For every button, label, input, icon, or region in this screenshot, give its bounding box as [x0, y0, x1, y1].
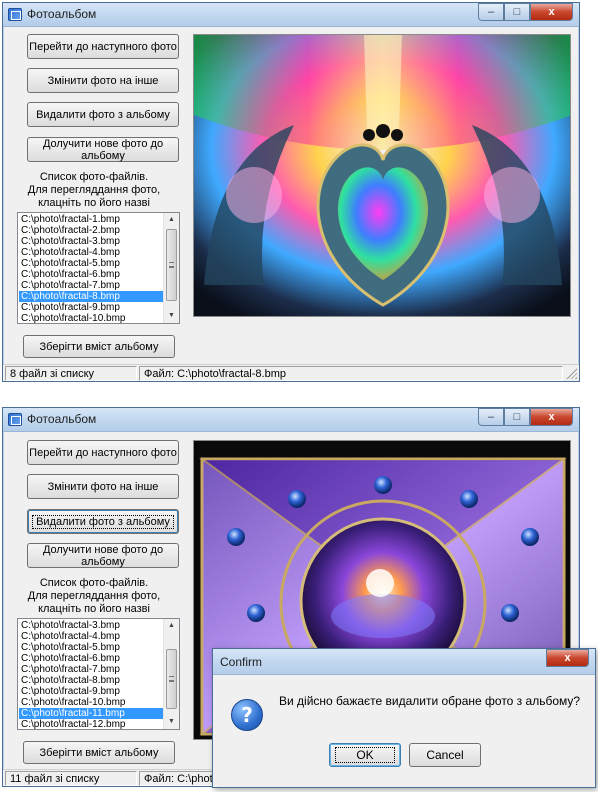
- app-icon[interactable]: [8, 413, 22, 426]
- status-bar: 8 файл зі списку Файл: C:\photo\fractal-…: [3, 364, 579, 381]
- window-title: Фотоальбом: [27, 7, 97, 21]
- list-item[interactable]: C:\photo\fractal-3.bmp: [19, 620, 163, 631]
- list-item[interactable]: C:\photo\fractal-12.bmp: [19, 719, 163, 729]
- list-item[interactable]: C:\photo\fractal-1.bmp: [19, 214, 163, 225]
- title-bar[interactable]: Фотоальбом – □ x: [3, 408, 579, 432]
- scroll-up-icon[interactable]: ▲: [164, 213, 179, 227]
- close-button[interactable]: x: [530, 3, 573, 21]
- next-photo-button[interactable]: Перейти до наступного фото: [27, 440, 179, 465]
- scroll-down-icon[interactable]: ▼: [164, 715, 179, 729]
- window-title: Фотоальбом: [27, 412, 97, 426]
- list-item[interactable]: C:\photo\fractal-8.bmp: [19, 291, 163, 302]
- resize-grip[interactable]: [566, 368, 577, 379]
- list-scrollbar[interactable]: ▲ ▼: [163, 619, 179, 729]
- add-photo-button[interactable]: Долучити нове фото до альбому: [27, 137, 179, 162]
- title-bar[interactable]: Фотоальбом – □ x: [3, 3, 579, 27]
- list-item[interactable]: C:\photo\fractal-9.bmp: [19, 302, 163, 313]
- close-button[interactable]: x: [530, 408, 573, 426]
- question-icon: ?: [231, 699, 263, 731]
- minimize-button[interactable]: –: [478, 3, 504, 21]
- list-item[interactable]: C:\photo\fractal-4.bmp: [19, 631, 163, 642]
- save-album-button[interactable]: Зберігти вміст альбому: [23, 741, 175, 764]
- save-album-button[interactable]: Зберігти вміст альбому: [23, 335, 175, 358]
- file-list-caption: Список фото-файлів. Для перегляддання фо…: [27, 577, 161, 615]
- cancel-button[interactable]: Cancel: [409, 743, 481, 767]
- list-items: C:\photo\fractal-3.bmp C:\photo\fractal-4…: [19, 620, 163, 729]
- photo-file-list[interactable]: C:\photo\fractal-1.bmp C:\photo\fractal-2…: [17, 212, 180, 324]
- list-item[interactable]: C:\photo\fractal-5.bmp: [19, 642, 163, 653]
- dialog-close-button[interactable]: x: [546, 649, 589, 667]
- next-photo-button[interactable]: Перейти до наступного фото: [27, 34, 179, 59]
- list-items: C:\photo\fractal-1.bmp C:\photo\fractal-2…: [19, 214, 163, 323]
- list-item[interactable]: C:\photo\fractal-8.bmp: [19, 675, 163, 686]
- list-item[interactable]: C:\photo\fractal-2.bmp: [19, 225, 163, 236]
- app-icon[interactable]: [8, 8, 22, 21]
- dialog-message: Ви дійсно бажаєте видалити обране фото з…: [279, 694, 581, 708]
- delete-photo-button[interactable]: Видалити фото з альбому: [27, 509, 179, 534]
- add-photo-button[interactable]: Долучити нове фото до альбому: [27, 543, 179, 568]
- maximize-button[interactable]: □: [504, 3, 530, 21]
- list-item[interactable]: C:\photo\fractal-9.bmp: [19, 686, 163, 697]
- photo-file-list[interactable]: C:\photo\fractal-3.bmp C:\photo\fractal-4…: [17, 618, 180, 730]
- ok-label: OK: [335, 747, 395, 763]
- dialog-title: Confirm: [220, 655, 263, 669]
- scroll-down-icon[interactable]: ▼: [164, 309, 179, 323]
- scroll-thumb[interactable]: [166, 649, 177, 709]
- delete-photo-button[interactable]: Видалити фото з альбому: [27, 102, 179, 127]
- scroll-thumb[interactable]: [166, 229, 177, 301]
- status-file-index: 8 файл зі списку: [5, 366, 137, 381]
- list-item[interactable]: C:\photo\fractal-3.bmp: [19, 236, 163, 247]
- list-item[interactable]: C:\photo\fractal-4.bmp: [19, 247, 163, 258]
- ok-button[interactable]: OK: [329, 743, 401, 767]
- confirm-dialog: Confirm x ? Ви дійсно бажаєте видалити о…: [212, 648, 596, 788]
- list-scrollbar[interactable]: ▲ ▼: [163, 213, 179, 323]
- list-item[interactable]: C:\photo\fractal-10.bmp: [19, 697, 163, 708]
- grip-icon: [169, 262, 174, 268]
- status-file-index: 11 файл зі списку: [5, 771, 137, 786]
- window-controls: – □ x: [478, 408, 573, 427]
- dialog-title-bar[interactable]: Confirm x: [213, 649, 595, 675]
- list-item[interactable]: C:\photo\fractal-6.bmp: [19, 653, 163, 664]
- change-photo-button[interactable]: Змінити фото на інше: [27, 68, 179, 93]
- list-item[interactable]: C:\photo\fractal-6.bmp: [19, 269, 163, 280]
- photo-view-heart-fractal: [193, 34, 571, 317]
- window-controls: – □ x: [478, 3, 573, 22]
- list-item[interactable]: C:\photo\fractal-7.bmp: [19, 280, 163, 291]
- list-item[interactable]: C:\photo\fractal-7.bmp: [19, 664, 163, 675]
- maximize-button[interactable]: □: [504, 408, 530, 426]
- minimize-button[interactable]: –: [478, 408, 504, 426]
- grip-icon: [169, 676, 174, 682]
- list-item[interactable]: C:\photo\fractal-5.bmp: [19, 258, 163, 269]
- delete-photo-label: Видалити фото з альбому: [32, 514, 174, 529]
- list-item[interactable]: C:\photo\fractal-10.bmp: [19, 313, 163, 323]
- change-photo-button[interactable]: Змінити фото на інше: [27, 474, 179, 499]
- scroll-up-icon[interactable]: ▲: [164, 619, 179, 633]
- photo-album-window-1: Фотоальбом – □ x Перейти до наступного ф…: [2, 2, 580, 382]
- list-item[interactable]: C:\photo\fractal-11.bmp: [19, 708, 163, 719]
- file-list-caption: Список фото-файлів. Для перегляддання фо…: [27, 171, 161, 209]
- status-file-path: Файл: C:\photo\fractal-8.bmp: [139, 366, 563, 381]
